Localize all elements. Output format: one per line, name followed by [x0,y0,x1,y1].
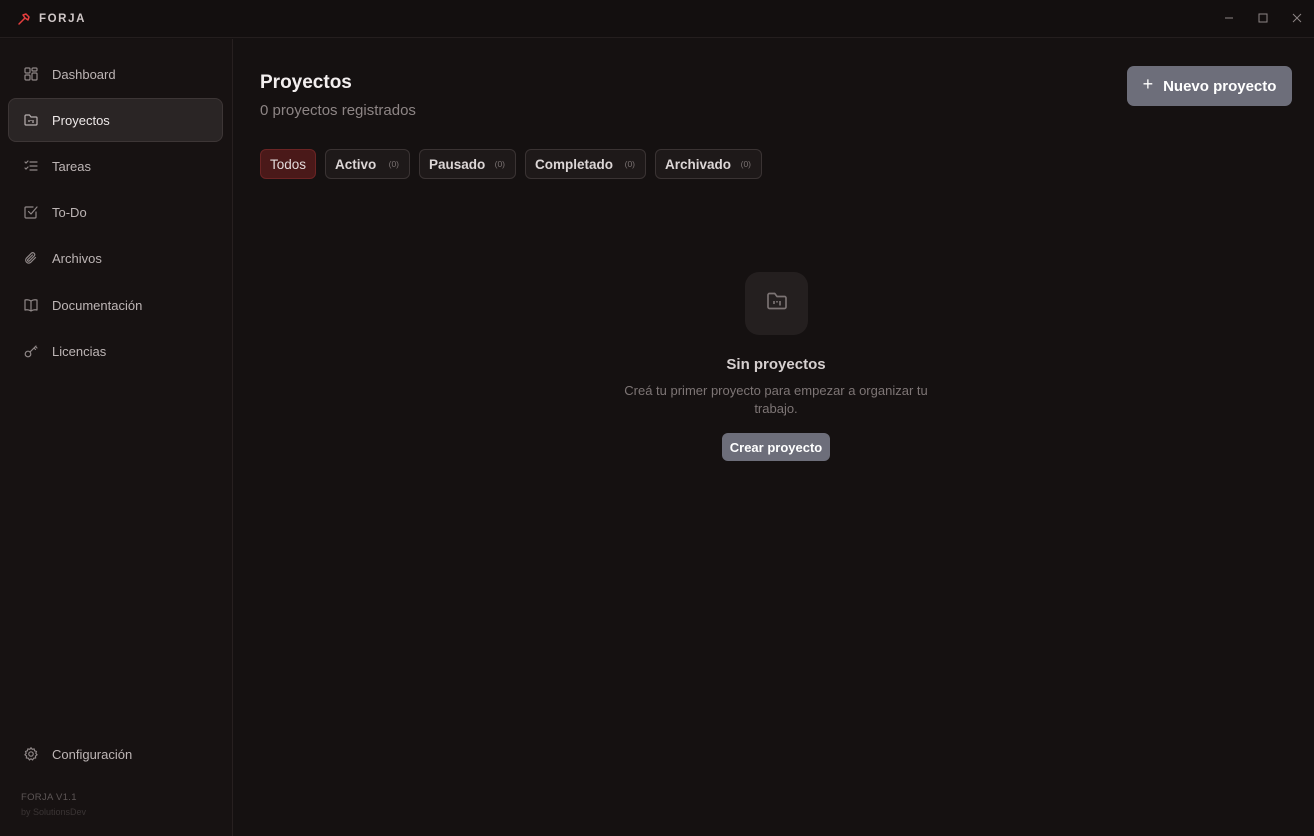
filter-count: (0) [740,159,751,169]
paperclip-icon [23,250,39,266]
sidebar-item-tareas[interactable]: Tareas [8,144,223,188]
window-controls [1212,0,1314,36]
filter-label: Pausado [429,156,486,172]
brand: FORJA [17,12,86,26]
filter-archivado[interactable]: Archivado (0) [655,149,762,179]
filter-label: Completado [535,156,614,172]
folder-kanban-icon [765,289,789,318]
sidebar-item-label: Proyectos [52,112,110,128]
page-title: Proyectos [260,72,352,93]
sidebar-item-archivos[interactable]: Archivos [8,236,223,280]
sidebar-item-label: Archivos [52,250,102,266]
empty-state-icon-box [745,272,808,335]
create-project-button[interactable]: Crear proyecto [722,433,830,461]
filter-pausado[interactable]: Pausado (0) [419,149,516,179]
minimize-icon[interactable] [1212,0,1246,36]
filter-activo[interactable]: Activo (0) [325,149,410,179]
check-square-icon [23,204,39,220]
plus-icon: + [1142,74,1154,94]
sidebar-item-label: Configuración [52,746,133,762]
hammer-logo-icon [17,12,31,26]
empty-state-description: Creá tu primer proyecto para empezar a o… [624,383,928,416]
filter-completado[interactable]: Completado (0) [525,149,646,179]
folder-kanban-icon [23,112,39,128]
filter-label: Activo [335,156,377,172]
gear-icon [23,746,39,762]
filter-count: (0) [494,159,505,169]
sidebar-item-documentacion[interactable]: Documentación [8,283,223,327]
sidebar-item-dashboard[interactable]: Dashboard [8,52,223,96]
title-bar: FORJA [0,0,1314,38]
sidebar-item-label: Tareas [52,158,92,174]
app-name: FORJA [39,12,86,25]
sidebar-item-todo[interactable]: To-Do [8,190,223,234]
new-project-button[interactable]: + Nuevo proyecto [1127,66,1292,106]
maximize-icon[interactable] [1246,0,1280,36]
page-subtitle: 0 proyectos registrados [260,102,416,119]
sidebar-item-label: To-Do [52,204,87,220]
filter-todos[interactable]: Todos [260,149,316,179]
book-icon [23,297,39,313]
sidebar-item-label: Documentación [52,297,143,313]
filter-count: (0) [388,159,399,169]
dashboard-icon [23,66,39,82]
sidebar-item-licencias[interactable]: Licencias [8,329,223,373]
filter-label: Todos [270,156,307,172]
sidebar-item-label: Dashboard [52,66,116,82]
sidebar-item-label: Licencias [52,343,107,359]
app-author: by SolutionsDev [21,807,87,817]
sidebar: Dashboard Proyectos Tareas To-Do Archivo… [0,39,233,836]
close-icon[interactable] [1280,0,1314,36]
new-project-label: Nuevo proyecto [1163,77,1277,95]
main-content: Proyectos 0 proyectos registrados + Nuev… [234,39,1314,836]
app-version: FORJA V1.1 [21,792,77,803]
empty-state-title: Sin proyectos [726,356,826,373]
filter-label: Archivado [665,156,732,172]
list-checks-icon [23,158,39,174]
filter-count: (0) [624,159,635,169]
sidebar-item-configuracion[interactable]: Configuración [8,732,223,776]
sidebar-item-proyectos[interactable]: Proyectos [8,98,223,142]
key-icon [23,343,39,359]
